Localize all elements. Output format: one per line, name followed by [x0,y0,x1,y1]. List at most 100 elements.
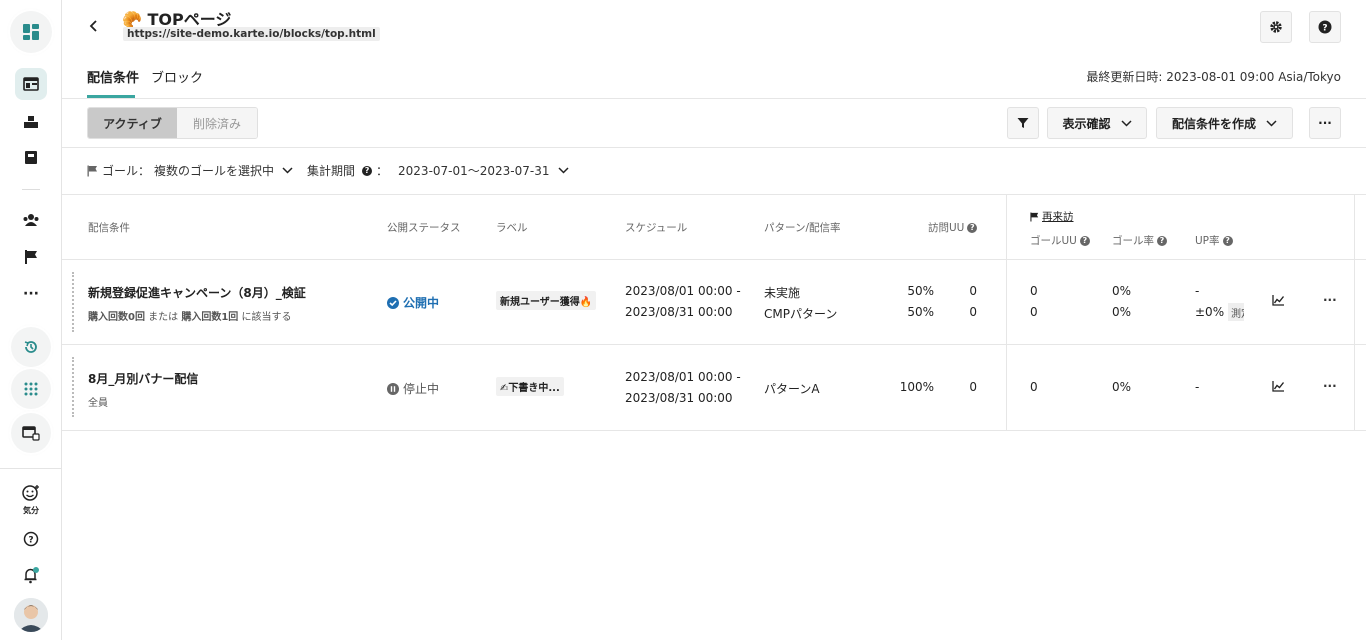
gear-icon [1270,21,1282,33]
sidebar-item-apps[interactable] [11,369,51,409]
drag-handle[interactable] [72,272,74,332]
col-label: ラベル [496,222,528,234]
svg-text:?: ? [1322,24,1327,34]
status-text: 停止中 [403,382,440,396]
preview-dropdown[interactable]: 表示確認 [1047,107,1147,139]
mood-icon[interactable] [15,482,47,504]
blocks-icon [24,116,38,128]
goal-group-label: 再来訪 [1042,211,1074,223]
create-label: 配信条件を作成 [1171,116,1256,131]
chevron-down-icon [282,167,293,174]
book-icon [25,151,37,164]
period-filter[interactable]: 集計期間 ? ： 2023-07-01〜2023-07-31 [307,162,569,179]
visits-value: 0 [969,305,977,319]
drag-handle[interactable] [72,357,74,417]
col-up-rate-label: UP率 [1195,235,1220,247]
help-button[interactable]: ? [1309,11,1341,43]
up-rate-value: - [1195,284,1200,298]
sidebar-item-flag[interactable] [15,241,47,273]
goal-filter[interactable]: ゴール： 複数のゴールを選択中 [87,162,293,179]
chevron-down-icon [1266,119,1277,127]
pattern-name: パターンA [764,382,820,396]
page-url: https://site-demo.karte.io/blocks/top.ht… [123,27,380,41]
sidebar-item-users[interactable] [15,204,47,236]
goal-uu-value: 0 [1030,305,1038,319]
chart-button[interactable] [1272,380,1285,395]
row-more-button[interactable]: ··· [1323,379,1337,393]
goal-value: 複数のゴールを選択中 [154,164,275,178]
pattern-rate: 100% [899,380,934,394]
sidebar-item-history[interactable] [11,327,51,367]
history-icon [24,341,37,353]
row-more-button[interactable]: ··· [1323,293,1337,307]
dashboard-icon [23,24,39,40]
goal-rate-value: 0% [1112,380,1132,394]
row-name[interactable]: 8月_月別バナー配信 [88,370,198,387]
filter-button[interactable] [1007,107,1039,139]
goal-uu-value: 0 [1030,380,1038,394]
question-icon: ? [1318,20,1332,34]
more-icon[interactable]: ··· [15,278,47,310]
flag-icon [1030,212,1039,221]
goal-group-header[interactable]: 再来訪 [1030,209,1074,224]
segment-deleted[interactable]: 削除済み [177,108,257,138]
segment-active[interactable]: アクティブ [88,108,177,138]
visits-value: 0 [969,284,977,298]
label-badge[interactable]: 新規ユーザー獲得🔥 [496,291,597,310]
main-content: 🥐 TOPページ https://site-demo.karte.io/bloc… [62,0,1366,640]
row-condition: 全員 [88,398,108,409]
chevron-down-icon [1120,119,1132,127]
up-rate-value: - [1195,380,1200,394]
filter-icon [1017,118,1029,128]
help-icon: ? [967,223,978,233]
help-icon[interactable]: ? [15,523,47,555]
period-label: 集計期間 [307,164,356,178]
mood-label: 気分 [23,506,39,515]
avatar[interactable] [14,598,48,632]
tab-blocks[interactable]: ブロック [151,67,203,86]
line-chart-icon [1272,295,1285,306]
col-goal-rate: ゴール率? [1112,233,1167,248]
label-badge[interactable]: ✍下書き中... [496,377,564,396]
col-schedule: スケジュール [625,222,688,234]
help-icon: ? [1079,236,1090,246]
pattern-rate: 50% [907,284,934,298]
measure-badge: 測定 [1228,303,1244,321]
col-status: 公開ステータス [387,222,461,234]
col-up-rate: UP率? [1195,233,1233,248]
schedule-start: 2023/08/01 00:00 - [625,370,741,384]
row-condition: 購入回数0回 または 購入回数1回 に該当する [88,308,292,323]
chart-button[interactable] [1272,294,1285,309]
back-button[interactable] [89,18,99,37]
pattern-name: 未実施 [764,286,801,300]
check-circle-icon [387,296,399,309]
status-segment: アクティブ 削除済み [87,107,258,139]
col-visits: 訪問UU? [928,220,978,235]
period-colon: ： [376,164,389,178]
preview-label: 表示確認 [1062,116,1111,131]
users-icon [23,214,39,226]
row-name[interactable]: 新規登録促進キャンペーン（8月）_検証 [88,284,306,301]
visits-value: 0 [969,380,977,394]
schedule-start: 2023/08/01 00:00 - [625,284,741,298]
sidebar: ··· 気分 ? [0,0,62,640]
col-visits-label: 訪問UU [928,222,965,234]
settings-button[interactable] [1260,11,1292,43]
col-goal-uu: ゴールUU? [1030,233,1090,248]
tab-conditions[interactable]: 配信条件 [87,67,139,86]
col-condition: 配信条件 [88,222,130,234]
sidebar-item-window[interactable] [11,413,51,453]
sidebar-item-layout[interactable] [15,68,47,100]
sidebar-item-book[interactable] [15,142,47,174]
more-options-button[interactable]: ··· [1309,107,1341,139]
app-logo[interactable] [10,11,52,53]
create-condition-dropdown[interactable]: 配信条件を作成 [1156,107,1293,139]
goal-uu-value: 0 [1030,284,1038,298]
pattern-rate: 50% [907,305,934,319]
grid-icon [24,382,38,396]
help-icon: ? [1157,236,1167,246]
cond-suffix: に該当する [241,312,292,323]
sidebar-item-blocks[interactable] [15,106,47,138]
pause-circle-icon [387,382,399,395]
bell-icon[interactable] [15,559,47,591]
